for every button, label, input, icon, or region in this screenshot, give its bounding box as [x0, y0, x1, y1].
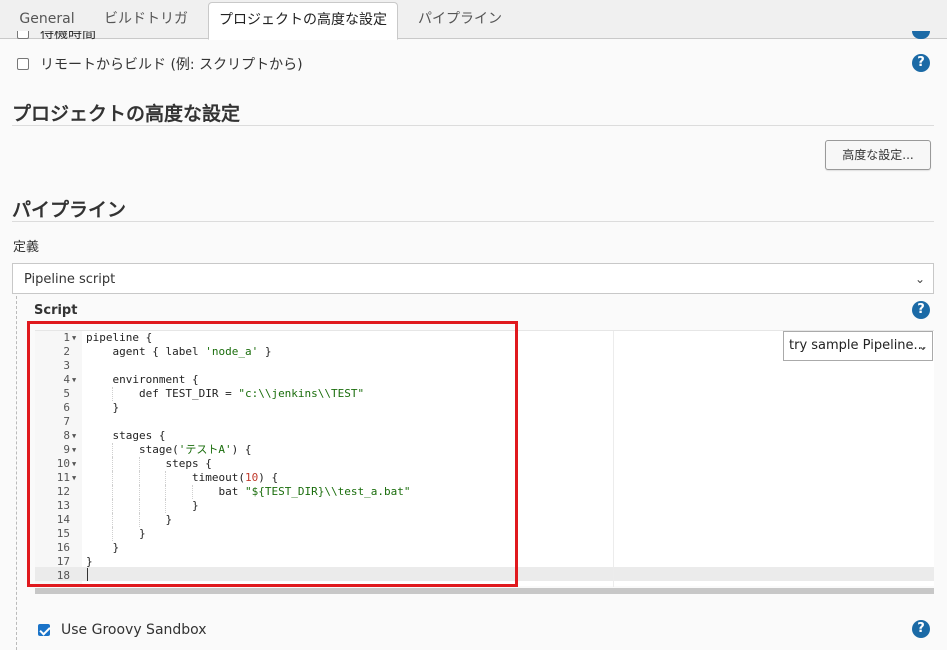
text-cursor — [87, 568, 88, 581]
code-number: 10 — [244, 471, 259, 484]
definition-label: 定義 — [13, 240, 40, 255]
line-number: 7 — [63, 415, 70, 428]
definition-select-value: Pipeline script — [24, 272, 116, 287]
code-line: 7 — [35, 415, 595, 429]
line-number: 10 — [56, 457, 70, 470]
line-number: 12 — [56, 485, 70, 498]
code-line: 10 ▼ steps { — [35, 457, 595, 471]
section-divider — [12, 221, 934, 222]
code-text: pipeline { — [86, 331, 153, 344]
nested-block-border — [16, 296, 17, 650]
code-text: stage('テストA') { — [86, 443, 252, 456]
script-label: Script — [34, 303, 78, 318]
code-line: 18 — [35, 569, 595, 583]
code-text: stages { — [86, 429, 166, 442]
code-text: bat "${TEST_DIR}\\test_a.bat" — [86, 485, 411, 498]
advanced-section-title: プロジェクトの高度な設定 — [12, 103, 241, 125]
code-line: 6 } — [35, 401, 595, 415]
code-text: steps { — [86, 457, 212, 470]
line-number: 4 — [63, 373, 70, 386]
tab-pipeline[interactable]: パイプライン — [406, 0, 514, 39]
line-number: 17 — [56, 555, 70, 568]
quiet-period-label: 待機時間 — [40, 31, 96, 42]
groovy-sandbox-row: Use Groovy Sandbox — [38, 621, 207, 639]
help-icon[interactable]: ? — [912, 301, 930, 319]
code-string: "${TEST_DIR}\\test_a.bat" — [244, 485, 411, 498]
sample-pipeline-select[interactable]: try sample Pipeline... ⌄ — [783, 331, 933, 361]
groovy-sandbox-checkbox[interactable] — [38, 624, 50, 636]
editor-horizontal-scrollbar[interactable] — [35, 588, 934, 594]
line-number: 11 — [56, 471, 70, 484]
line-number: 6 — [63, 401, 70, 414]
code-line: 15 } — [35, 527, 595, 541]
cutoff-option-row: 待機時間 — [17, 31, 96, 43]
code-line: 4 ▼ environment { — [35, 373, 595, 387]
fold-arrow-icon[interactable]: ▼ — [72, 457, 76, 471]
remote-build-checkbox[interactable] — [17, 58, 29, 70]
line-number: 16 — [56, 541, 70, 554]
code-string: 'テストA' — [178, 443, 232, 456]
line-number: 14 — [56, 513, 70, 526]
fold-arrow-icon[interactable]: ▼ — [72, 443, 76, 457]
sample-pipeline-select-value: try sample Pipeline... — [789, 338, 926, 353]
line-number: 13 — [56, 499, 70, 512]
code-text: def TEST_DIR = "c:\\jenkins\\TEST" — [86, 387, 365, 400]
code-text: } — [86, 513, 173, 526]
advanced-settings-button[interactable]: 高度な設定... — [825, 140, 931, 170]
code-line: 12 bat "${TEST_DIR}\\test_a.bat" — [35, 485, 595, 499]
quiet-period-checkbox[interactable] — [17, 31, 29, 39]
code-text: } — [86, 527, 146, 540]
fold-arrow-icon[interactable]: ▼ — [72, 471, 76, 485]
section-divider — [12, 125, 934, 126]
fold-arrow-icon[interactable]: ▼ — [72, 373, 76, 387]
pipeline-section-title: パイプライン — [12, 199, 127, 221]
code-text: timeout(10) { — [86, 471, 279, 484]
tab-build-triggers[interactable]: ビルドトリガ — [94, 0, 198, 39]
line-number: 9 — [63, 443, 70, 456]
code-string: "c:\\jenkins\\TEST" — [238, 387, 365, 400]
definition-select[interactable]: Pipeline script ⌄ — [12, 263, 934, 294]
code-line: 14 } — [35, 513, 595, 527]
line-number: 15 — [56, 527, 70, 540]
code-text: } — [86, 499, 199, 512]
print-margin — [613, 331, 614, 587]
code-text: } — [86, 555, 93, 568]
line-number: 2 — [63, 345, 70, 358]
line-number: 3 — [63, 359, 70, 372]
help-icon[interactable]: ? — [912, 54, 930, 72]
code-line: 13 } — [35, 499, 595, 513]
code-text: } — [86, 541, 120, 554]
help-icon[interactable]: ? — [912, 620, 930, 638]
code-line: 9 ▼ stage('テストA') { — [35, 443, 595, 457]
chevron-down-icon: ⌄ — [917, 339, 928, 353]
code-text: environment { — [86, 373, 199, 386]
remote-build-row: リモートからビルド (例: スクリプトから) — [17, 55, 303, 73]
line-number: 8 — [63, 429, 70, 442]
code-line: 8 ▼ stages { — [35, 429, 595, 443]
code-line: 11 ▼ timeout(10) { — [35, 471, 595, 485]
remote-build-label: リモートからビルド (例: スクリプトから) — [40, 57, 303, 73]
line-number: 1 — [63, 331, 70, 344]
tab-advanced-project-options[interactable]: プロジェクトの高度な設定 — [208, 2, 398, 40]
line-number: 18 — [56, 569, 70, 582]
fold-arrow-icon[interactable]: ▼ — [72, 331, 76, 345]
code-line: 3 — [35, 359, 595, 373]
code-line: 5 def TEST_DIR = "c:\\jenkins\\TEST" — [35, 387, 595, 401]
line-number: 5 — [63, 387, 70, 400]
code-line: 16 } — [35, 541, 595, 555]
code-line: 2 agent { label 'node_a' } — [35, 345, 595, 359]
code-text: agent { label 'node_a' } — [86, 345, 272, 358]
chevron-down-icon: ⌄ — [914, 272, 925, 286]
code-line: 17} — [35, 555, 595, 569]
code-text: } — [86, 401, 120, 414]
groovy-sandbox-label: Use Groovy Sandbox — [61, 622, 207, 638]
tab-bar: General ビルドトリガ プロジェクトの高度な設定 パイプライン — [0, 0, 947, 40]
code-string: 'node_a' — [205, 345, 259, 358]
fold-arrow-icon[interactable]: ▼ — [72, 429, 76, 443]
code-line: 1 ▼ pipeline { — [35, 331, 595, 345]
